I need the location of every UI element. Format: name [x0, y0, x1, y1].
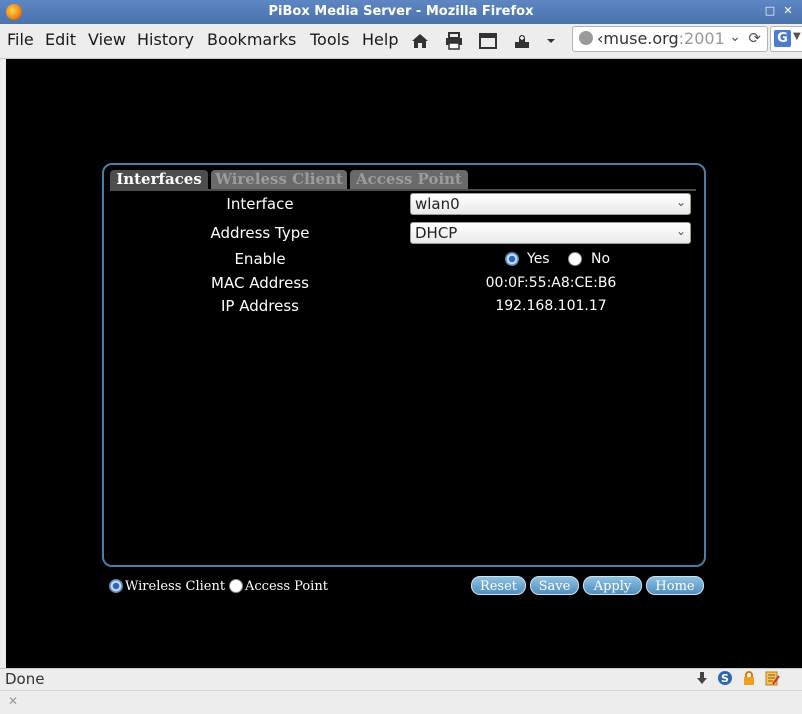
menu-help[interactable]: Help: [362, 30, 398, 49]
home-button[interactable]: Home: [646, 576, 704, 595]
address-type-select[interactable]: DHCP ⌄: [410, 222, 691, 244]
enable-no-radio[interactable]: [568, 252, 582, 266]
notes-icon[interactable]: [764, 670, 780, 686]
menu-history[interactable]: History: [137, 30, 194, 49]
close-window-icon[interactable]: ✕: [782, 5, 794, 17]
url-text: ‹muse.org:2001: [597, 29, 725, 48]
tab-interfaces[interactable]: Interfaces: [110, 170, 208, 189]
enable-label: Enable: [234, 250, 286, 268]
close-icon[interactable]: ✕: [8, 694, 18, 708]
tab-access-point[interactable]: Access Point: [350, 170, 468, 189]
window-title: PiBox Media Server - Mozilla Firefox: [268, 4, 534, 19]
home-icon[interactable]: [409, 30, 431, 52]
interface-value: wlan0: [415, 195, 460, 213]
mode-wireless-client-label: Wireless Client: [125, 579, 226, 594]
chevron-down-icon: ⌄: [675, 195, 686, 209]
minimize-icon[interactable]: □: [764, 5, 776, 17]
enable-no-label: No: [591, 251, 611, 267]
ip-address-label: IP Address: [221, 297, 299, 315]
dropdown-arrow-icon[interactable]: [540, 30, 562, 52]
sync-icon[interactable]: S: [717, 670, 733, 686]
enable-yes-radio[interactable]: [505, 252, 519, 266]
address-type-value: DHCP: [415, 224, 458, 242]
status-text: Done: [5, 670, 45, 688]
url-dropdown-icon[interactable]: ⌄: [729, 29, 741, 45]
mode-access-point-radio[interactable]: [229, 579, 243, 593]
svg-text:S: S: [721, 672, 729, 685]
reset-button[interactable]: Reset: [471, 576, 526, 595]
chevron-down-icon: ⌄: [675, 224, 686, 238]
status-bar: Done: [0, 668, 802, 691]
download-icon[interactable]: [694, 670, 710, 686]
window-icon[interactable]: [477, 30, 499, 52]
lock-icon[interactable]: [741, 670, 757, 686]
enable-yes-label: Yes: [527, 251, 550, 267]
mode-wireless-client-radio[interactable]: [109, 579, 123, 593]
window-titlebar: PiBox Media Server - Mozilla Firefox □ ✕: [0, 0, 802, 24]
menu-file[interactable]: File: [7, 30, 34, 49]
tab-divider: [110, 189, 696, 191]
addon-bar: ✕: [0, 690, 802, 714]
apply-button[interactable]: Apply: [583, 576, 642, 595]
mac-address-value: 00:0F:55:A8:CE:B6: [485, 275, 617, 291]
mac-address-label: MAC Address: [211, 274, 309, 292]
google-icon: G: [774, 30, 791, 47]
tab-wireless-client[interactable]: Wireless Client: [211, 170, 347, 189]
print-icon[interactable]: [443, 30, 465, 52]
mode-access-point-label: Access Point: [245, 579, 328, 594]
url-bar[interactable]: ‹muse.org:2001 ⌄ ⟳: [572, 26, 768, 52]
search-box[interactable]: G ▼: [770, 26, 802, 52]
menu-bookmarks[interactable]: Bookmarks: [207, 30, 296, 49]
interface-select[interactable]: wlan0 ⌄: [410, 193, 691, 215]
addon-icon[interactable]: [511, 30, 533, 52]
menu-view[interactable]: View: [88, 30, 126, 49]
interface-label: Interface: [226, 195, 294, 213]
save-button[interactable]: Save: [530, 576, 579, 595]
menu-tools[interactable]: Tools: [310, 30, 349, 49]
menu-edit[interactable]: Edit: [45, 30, 76, 49]
ip-address-value: 192.168.101.17: [495, 298, 607, 314]
reload-icon[interactable]: ⟳: [748, 29, 761, 47]
search-dropdown-icon[interactable]: ▼: [793, 31, 801, 42]
globe-icon: [579, 31, 593, 45]
settings-panel: Interfaces Wireless Client Access Point …: [102, 163, 706, 567]
address-type-label: Address Type: [210, 224, 310, 242]
